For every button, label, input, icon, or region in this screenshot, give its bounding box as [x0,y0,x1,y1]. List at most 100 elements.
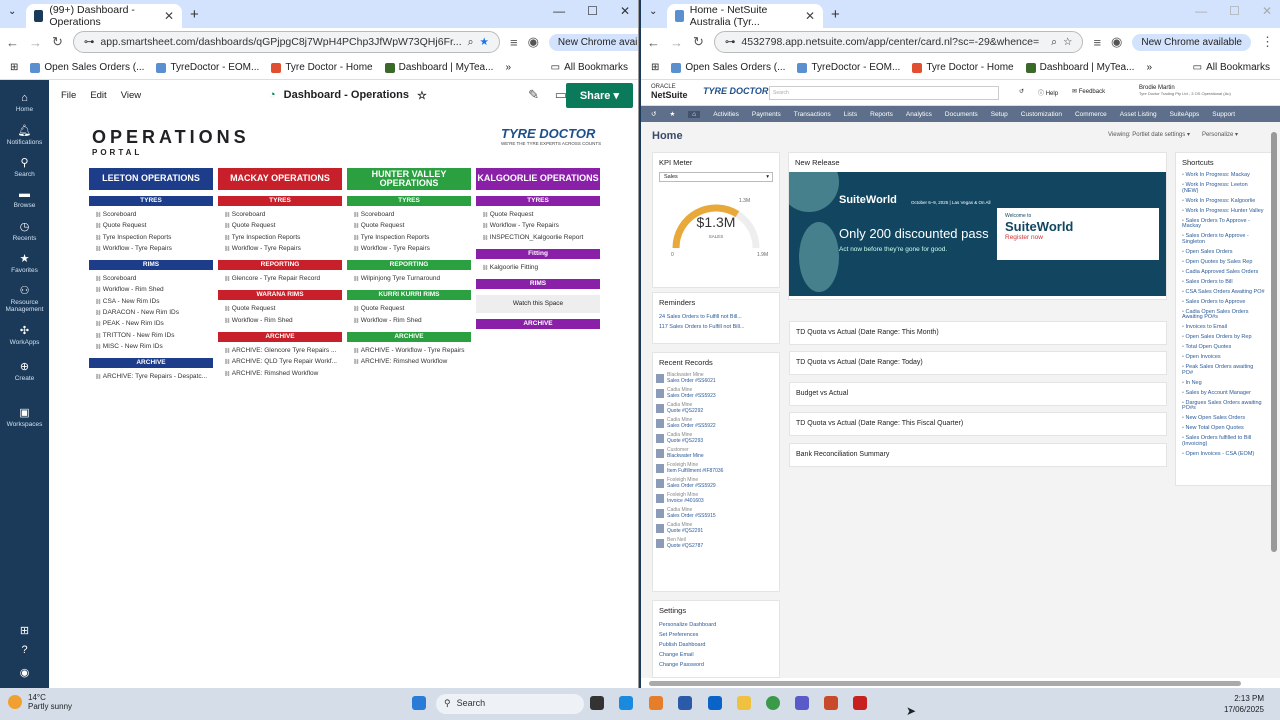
apps-icon[interactable]: ⊞ [651,62,659,73]
recent-record[interactable]: Cadia Mine Quote #QS2293 [653,432,779,444]
shortcut-link[interactable]: New Total Open Quotes [1176,425,1271,433]
shortcut-link[interactable]: Sales Orders to Bill [1176,279,1271,287]
weather-widget[interactable]: 14°C Partly sunny [8,693,72,711]
recent-record[interactable]: Cadia Mine Quote #QS2292 [653,402,779,414]
dashboard-link[interactable]: Workflow - Tyre Repairs [347,243,471,254]
teams-icon[interactable] [795,696,809,710]
dashboard-link[interactable]: Workflow - Rim Shed [89,284,213,295]
close-window-icon[interactable]: ✕ [620,4,630,18]
tab-smartsheet[interactable]: (99+) Dashboard - Operations ✕ [26,4,182,28]
nav-support[interactable]: Support [1212,111,1235,118]
dashboard-link[interactable]: PEAK - New Rim IDs [89,318,213,329]
nav-home[interactable]: ⌂ Home [0,92,49,113]
menu-file[interactable]: File [61,90,76,101]
shortcut-link[interactable]: Open Invoices - CSA (EOM) [1176,451,1271,459]
maximize-icon[interactable]: ☐ [587,4,598,18]
shortcut-link[interactable]: Work In Progress: Hunter Valley [1176,208,1271,216]
bookmark-item[interactable]: Dashboard | MyTea... [1025,62,1134,73]
personalize-dropdown[interactable]: Personalize ▾ [1202,131,1238,138]
user-menu[interactable]: Brodie Martin Tyre Doctor Trading Pty Ltd… [1139,85,1231,96]
favorites-star-icon[interactable]: ★ [669,110,675,118]
nav-recents[interactable]: ◷ Recents [0,220,49,242]
recent-icon[interactable]: ↺ [1019,88,1024,97]
settings-link[interactable]: Set Preferences [653,630,779,640]
dashboard-link[interactable]: ARCHIVE: QLD Tyre Repair Workf... [218,356,342,367]
suiteworld-banner[interactable]: SuiteWorld October 6–9, 2025 | Las Vegas… [789,172,1166,296]
file-explorer-icon[interactable] [737,696,751,710]
reload-icon[interactable]: ↻ [693,34,704,50]
help-link[interactable]: ⓘ Help [1038,88,1058,97]
dashboard-link[interactable]: ARCHIVE: Tyre Repairs - Despatc... [89,371,213,382]
vertical-scrollbar[interactable] [1271,132,1277,552]
nav-favorites[interactable]: ★ Favorites [0,252,49,274]
shortcut-link[interactable]: Work In Progress: Kalgoorlie [1176,198,1271,206]
nav-lists[interactable]: Lists [844,111,857,118]
register-link[interactable]: Register now [1005,234,1151,241]
dashboard-link[interactable]: Tyre Inspection Reports [347,232,471,243]
nav-documents[interactable]: Documents [945,111,978,118]
home-icon[interactable]: ⌂ [688,110,701,118]
dashboard-link[interactable]: MISC - New Rim IDs [89,341,213,352]
dashboard-link[interactable]: Workflow - Rim Shed [347,315,471,326]
shortcut-link[interactable]: Open Quotes by Sales Rep [1176,259,1271,267]
shortcut-link[interactable]: Invoices to Email [1176,324,1271,332]
shortcut-link[interactable]: Cadia Open Sales Orders Awaiting PO#s [1176,309,1271,322]
media-icon[interactable]: ≡ [1093,35,1101,50]
recent-record[interactable]: Blackwater Mine Sales Order #SS6021 [653,372,779,384]
nav-resource-management[interactable]: ⚇ Resource Management [0,284,49,313]
dashboard-link[interactable]: TRITTON - New Rim IDs [89,330,213,341]
dashboard-link[interactable]: ARCHIVE: Glencore Tyre Repairs ... [218,345,342,356]
dashboard-link[interactable]: Quote Request [347,220,471,231]
dashboard-link[interactable]: Quote Request [476,209,600,220]
nav-analytics[interactable]: Analytics [906,111,932,118]
chevron-right-icon[interactable]: » [1146,62,1152,73]
portlet-bank-reconciliation[interactable]: Bank Reconciliation Summary [789,443,1167,467]
shortcut-link[interactable]: Work In Progress: Leeton (NEW) [1176,182,1271,195]
menu-edit[interactable]: Edit [90,90,106,101]
bookmark-item[interactable]: Tyre Doctor - Home [912,62,1014,73]
maximize-icon[interactable]: ☐ [1229,4,1240,18]
recent-record[interactable]: Cadia Mine Quote #QS2291 [653,522,779,534]
minimize-icon[interactable]: — [1195,4,1207,18]
recent-record[interactable]: Foxleigh Mine Item Fulfillment #IF87036 [653,462,779,474]
forward-icon[interactable]: → [29,35,42,50]
tab-netsuite[interactable]: Home - NetSuite Australia (Tyr... ✕ [667,4,823,28]
powerpoint-icon[interactable] [824,696,838,710]
nav-transactions[interactable]: Transactions [794,111,831,118]
bookmark-item[interactable]: Dashboard | MyTea... [384,62,493,73]
shortcut-link[interactable]: Work In Progress: Mackay [1176,172,1271,180]
chevron-right-icon[interactable]: » [505,62,511,73]
edit-pencil-icon[interactable]: ✎ [528,87,539,103]
start-icon[interactable] [412,696,426,710]
shortcut-link[interactable]: Peak Sales Orders awaiting PO# [1176,364,1271,377]
settings-link[interactable]: Publish Dashboard [653,640,779,650]
all-bookmarks[interactable]: ▭ All Bookmarks [1193,62,1270,73]
shortcut-link[interactable]: Open Invoices [1176,354,1271,362]
media-icon[interactable]: ≡ [510,35,518,50]
settings-link[interactable]: Change Password [653,660,779,670]
favorite-star-icon[interactable]: ☆ [417,89,427,102]
profile-icon[interactable]: ◉ [528,34,539,50]
site-info-icon[interactable]: ⊶ [84,36,95,48]
close-tab-icon[interactable]: ✕ [164,9,174,23]
recent-record[interactable]: Cadia Mine Sales Order #SS5915 [653,507,779,519]
nav-search[interactable]: ⚲ Search [0,156,49,178]
settings-link[interactable]: Personalize Dashboard [653,620,779,630]
nav-create[interactable]: ⊕ Create [0,360,49,382]
dashboard-link[interactable]: Wilpinjong Tyre Turnaround [347,273,471,284]
outlook-icon[interactable] [708,696,722,710]
shortcut-link[interactable]: New Open Sales Orders [1176,415,1271,423]
bookmark-star-icon[interactable]: ☆ [1063,36,1072,48]
nav-workspaces[interactable]: ▣ Workspaces [0,406,49,428]
new-chrome-button[interactable]: New Chrome available [1132,33,1251,51]
shortcut-link[interactable]: Sales Orders to Approve [1176,299,1271,307]
dashboard-link[interactable]: Quote Request [218,220,342,231]
dashboard-link[interactable]: Glencore - Tyre Repair Record [218,273,342,284]
store-icon[interactable] [678,696,692,710]
portlet-quota-month[interactable]: TD Quota vs Actual (Date Range: This Mon… [789,321,1167,345]
shortcut-link[interactable]: Dargues Sales Orders awaiting PO#s [1176,400,1271,413]
profile-icon[interactable]: ◉ [1111,34,1122,50]
dashboard-link[interactable]: INSPECTION_Kalgoorlie Report [476,232,600,243]
close-tab-icon[interactable]: ✕ [805,9,815,23]
nav-activities[interactable]: Activities [713,111,739,118]
